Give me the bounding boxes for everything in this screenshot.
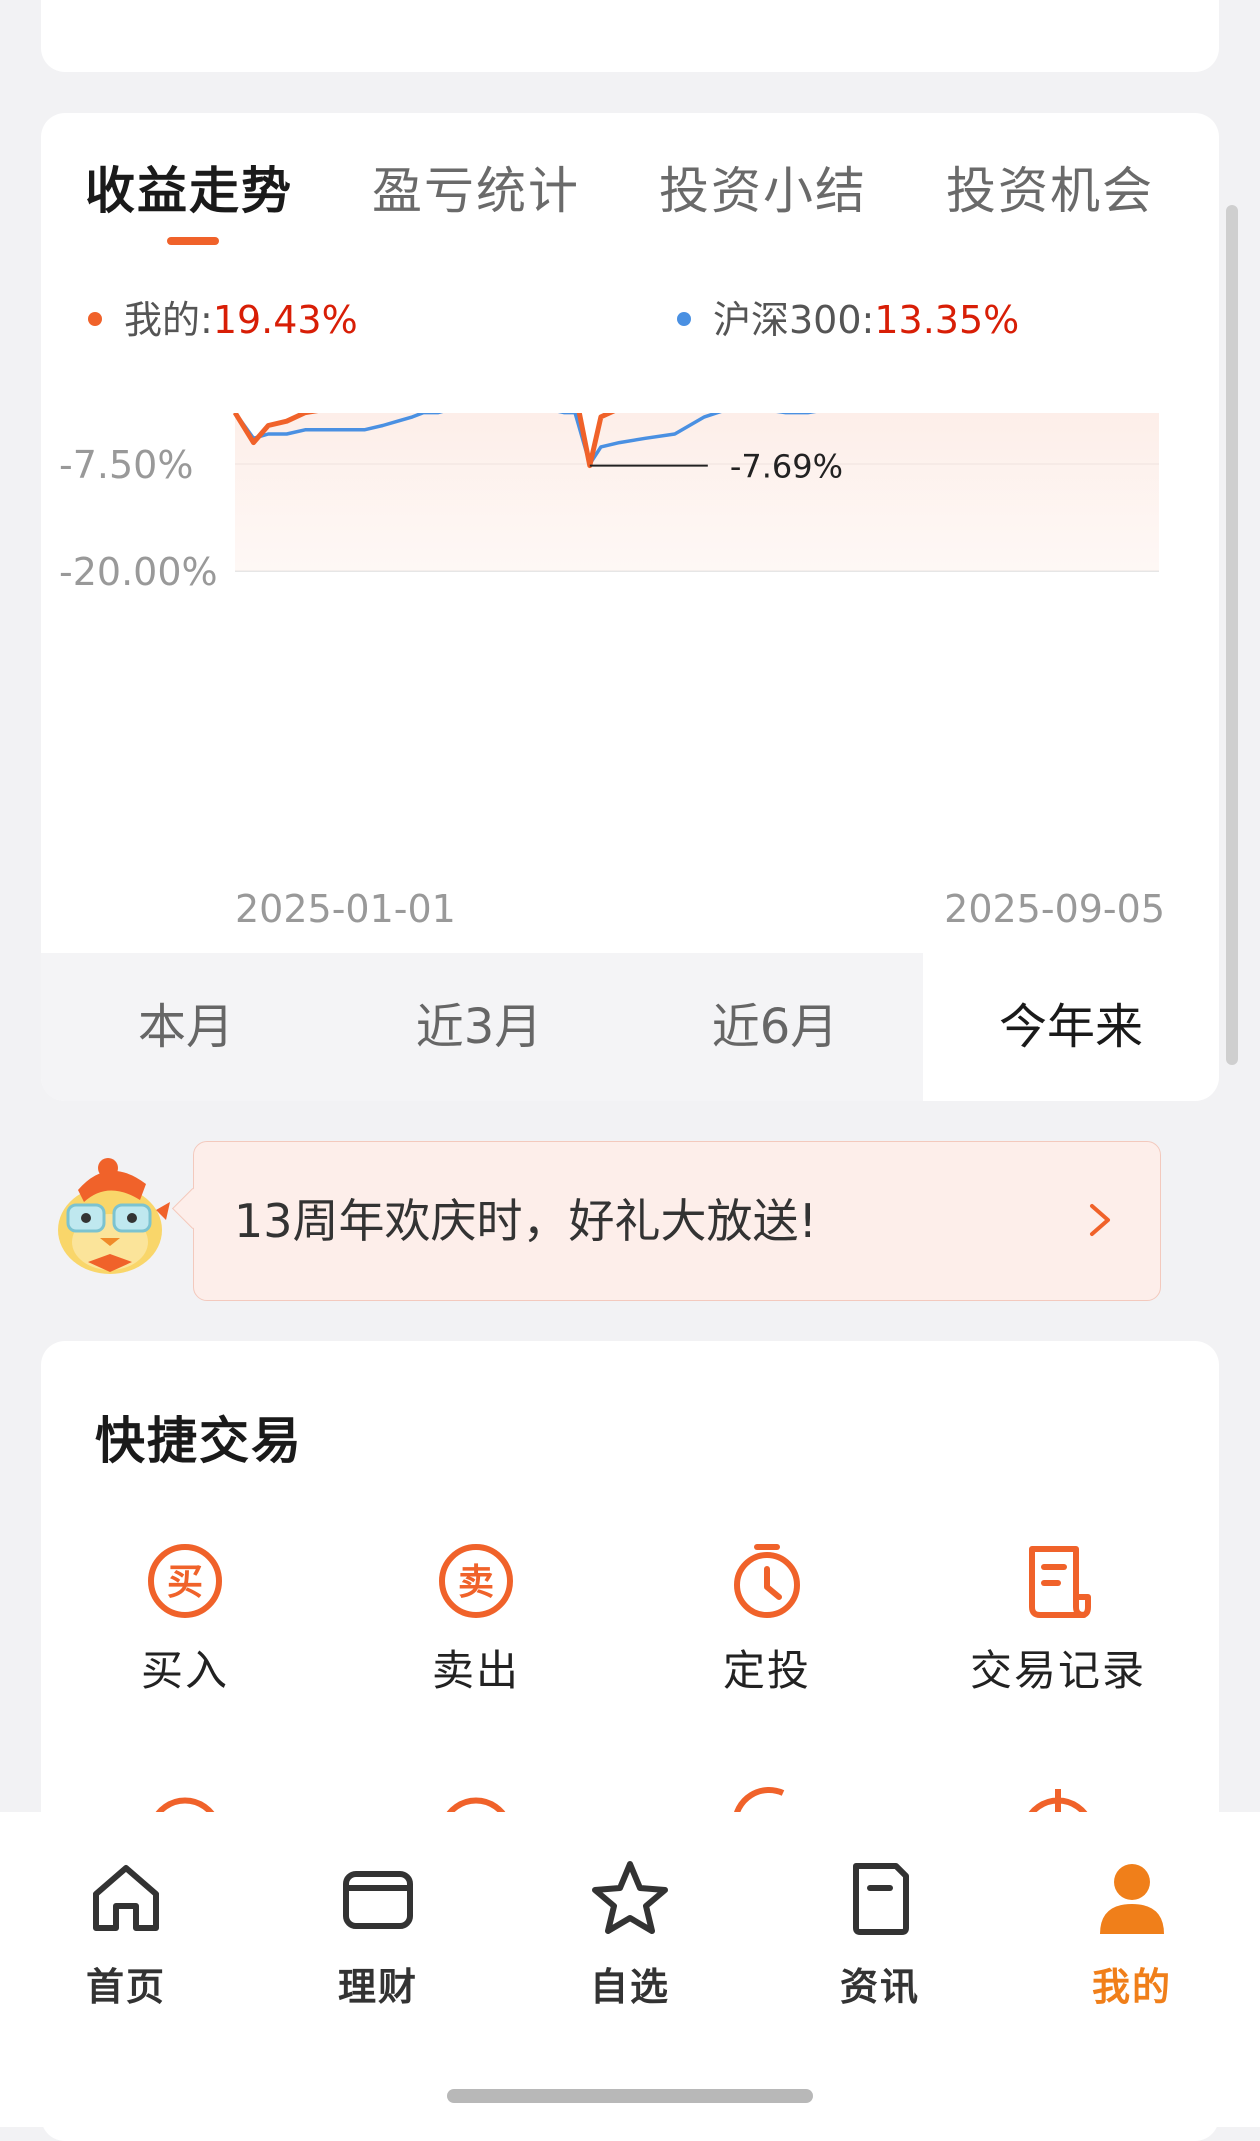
mascot-chick-icon (58, 1158, 170, 1274)
nav-wealth[interactable]: 理财 (288, 1858, 468, 2011)
nav-home[interactable]: 首页 (36, 1858, 216, 2011)
bottom-navigation: 首页 理财 自选 资讯 我的 (0, 1812, 1260, 2127)
earnings-line-chart: 30.00%17.50%5.00%-7.50%-20.00%天天基金24.90%… (59, 413, 1165, 931)
legend-mine-dot (88, 311, 102, 326)
min-annotation-label: -7.69% (730, 448, 843, 486)
nav-watchlist-label: 自选 (589, 1965, 670, 2009)
banner-text: 13周年欢庆时，好礼大放送! (234, 1194, 817, 1248)
profile-icon (1100, 1864, 1164, 1934)
star-icon (592, 1861, 668, 1934)
earnings-chart-card: 收益走势 盈亏统计 投资小结 投资机会 我的:19.43% 沪深300:13.3… (41, 113, 1219, 1101)
sell-label: 卖出 (431, 1646, 520, 1695)
top-card (41, 0, 1219, 72)
range-year-to-date[interactable]: 今年来 (923, 953, 1219, 1101)
chevron-right-icon (1090, 1204, 1110, 1236)
buy-icon-glyph: 买 (167, 1562, 203, 1603)
timer-icon (734, 1544, 800, 1618)
legend-index-value: 13.35% (874, 298, 1020, 342)
x-tick-label: 2025-09-05 (944, 887, 1165, 931)
news-icon (853, 1863, 909, 1935)
nav-news[interactable]: 资讯 (790, 1858, 970, 2011)
trade-records-label: 交易记录 (969, 1646, 1146, 1695)
legend-mine-label: 我的: (124, 298, 213, 342)
nav-watchlist[interactable]: 自选 (540, 1858, 720, 2011)
tab-investment-opportunities[interactable]: 投资机会 (946, 151, 1154, 223)
series-area-mine (235, 413, 1159, 571)
quick-trade-title: 快捷交易 (95, 1412, 303, 1470)
y-tick-label: -7.50% (59, 443, 193, 487)
y-tick-label: -20.00% (59, 550, 218, 594)
chart-tabs: 收益走势 盈亏统计 投资小结 投资机会 (41, 151, 1219, 231)
auto-invest-label: 定投 (722, 1646, 811, 1695)
nav-news-label: 资讯 (839, 1965, 920, 2009)
legend-index-dot (677, 311, 691, 326)
tab-profit-loss-stats[interactable]: 盈亏统计 (372, 151, 580, 223)
nav-home-label: 首页 (85, 1965, 166, 2009)
wallet-icon (343, 1871, 413, 1929)
legend-index-label: 沪深300: (713, 298, 875, 342)
nav-profile-label: 我的 (1091, 1965, 1172, 2009)
sell-button[interactable]: 卖 卖出 (346, 1541, 606, 1698)
range-3-months[interactable]: 近3月 (331, 953, 627, 1101)
legend-index: 沪深300:13.35% (677, 289, 1019, 344)
buy-icon: 买 (148, 1544, 222, 1618)
sell-icon-glyph: 卖 (458, 1562, 494, 1603)
home-icon (93, 1865, 159, 1931)
range-6-months[interactable]: 近6月 (627, 953, 923, 1101)
time-range-selector: 本月 近3月 近6月 今年来 (41, 953, 1219, 1101)
range-this-month[interactable]: 本月 (41, 953, 331, 1101)
legend-mine-value: 19.43% (212, 298, 358, 342)
document-icon (1029, 1546, 1091, 1618)
home-indicator (447, 2089, 813, 2103)
buy-button[interactable]: 买 买入 (55, 1541, 315, 1698)
tab-earnings-trend[interactable]: 收益走势 (85, 151, 293, 223)
buy-label: 买入 (140, 1646, 229, 1695)
auto-invest-button[interactable]: 定投 (637, 1541, 897, 1698)
nav-wealth-label: 理财 (337, 1965, 418, 2009)
tab-investment-summary[interactable]: 投资小结 (659, 151, 867, 223)
anniversary-promo-banner[interactable]: 13周年欢庆时，好礼大放送! (193, 1141, 1161, 1301)
x-tick-label: 2025-01-01 (235, 887, 456, 931)
nav-profile[interactable]: 我的 (1042, 1858, 1222, 2011)
scrollbar[interactable] (1226, 205, 1238, 1065)
sell-icon: 卖 (439, 1544, 513, 1618)
trade-records-button[interactable]: 交易记录 (928, 1541, 1188, 1698)
legend-mine: 我的:19.43% (88, 289, 358, 344)
active-tab-indicator (167, 237, 219, 245)
